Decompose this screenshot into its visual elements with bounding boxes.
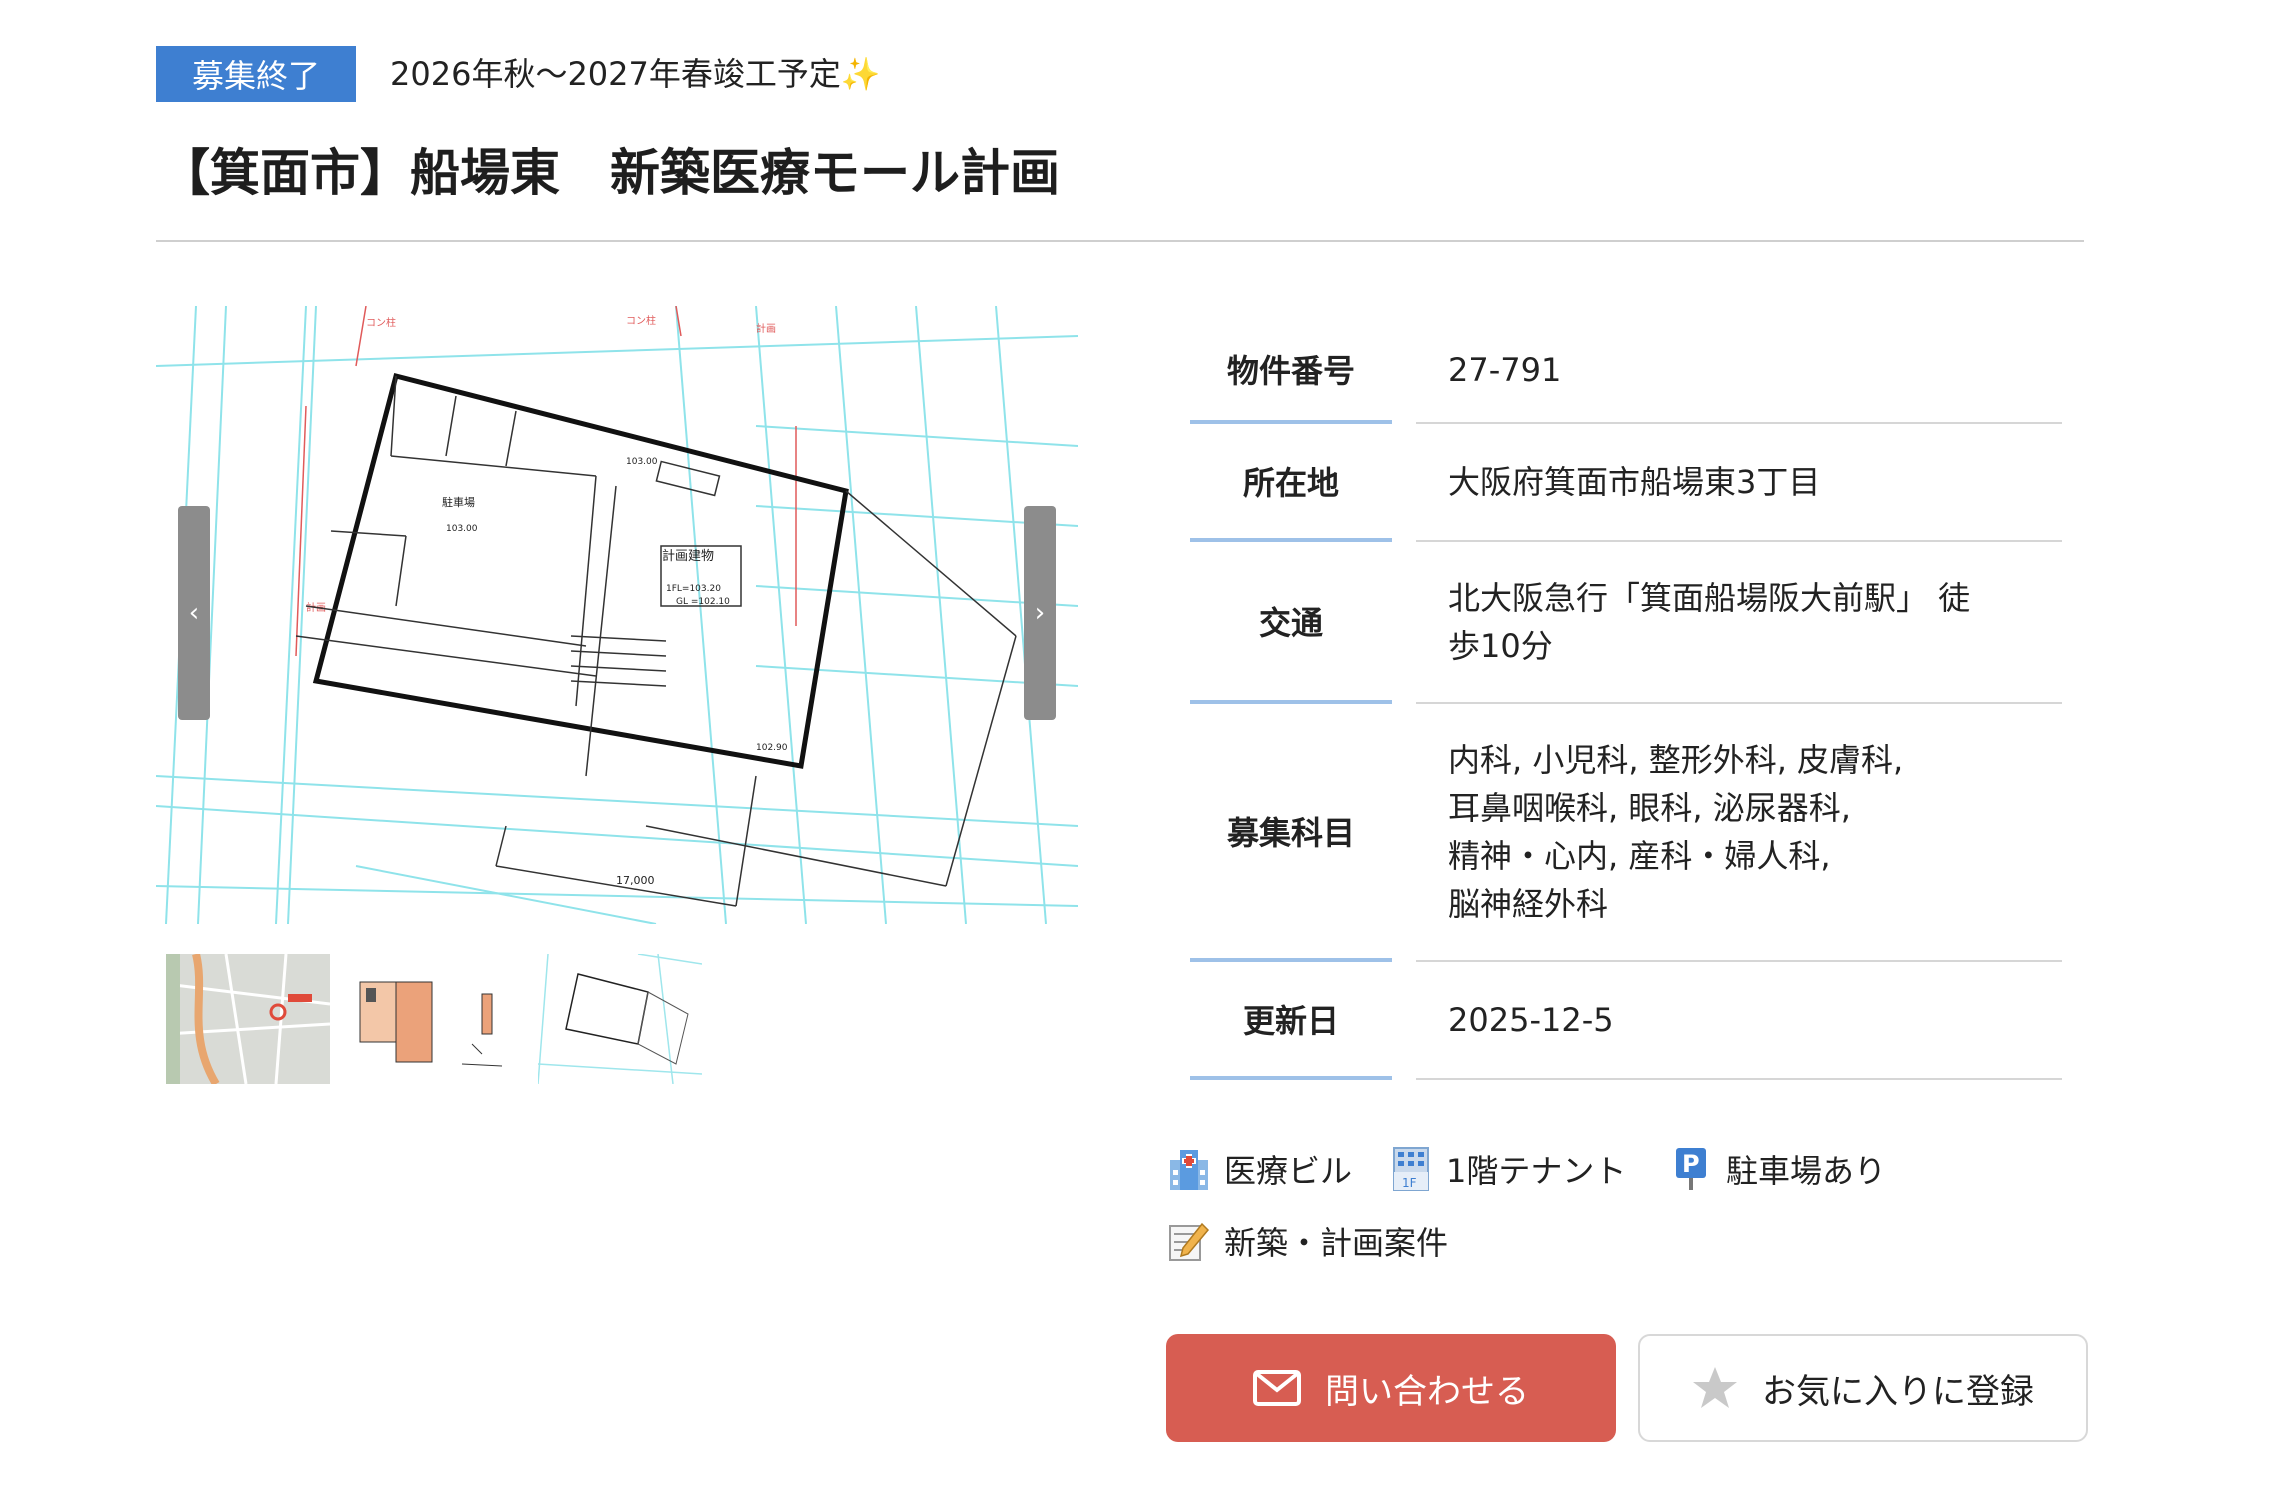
star-icon [1693, 1367, 1737, 1408]
info-label: 交通 [1190, 542, 1392, 704]
info-value-updated: 2025-12-5 [1416, 962, 2062, 1080]
memo-pencil-icon [1169, 1222, 1210, 1261]
access-line: 北大阪急行「箕面船場阪大前駅」 徒 [1448, 579, 1971, 617]
info-value-access: 北大阪急行「箕面船場阪大前駅」 徒 歩10分 [1416, 542, 2062, 704]
tag-label: 医療ビル [1224, 1152, 1353, 1190]
svg-text:103.00: 103.00 [626, 457, 658, 467]
thumbnail-siteplan[interactable] [538, 954, 702, 1084]
status-badge: 募集終了 [156, 46, 356, 102]
info-label: 募集科目 [1190, 704, 1392, 962]
svg-text:1FL=103.20: 1FL=103.20 [666, 584, 721, 594]
thumbnail-map[interactable] [166, 954, 330, 1084]
chevron-right-icon: › [1034, 598, 1046, 628]
info-row-updated: 更新日 2025-12-5 [1190, 962, 2062, 1080]
schedule-text: 2026年秋〜2027年春竣工予定✨ [390, 55, 881, 93]
info-row-id: 物件番号 27-791 [1190, 318, 2062, 424]
tag-first-floor: 1F 1階テナント [1388, 1146, 1626, 1192]
svg-text:P: P [1682, 1150, 1700, 1178]
info-row-access: 交通 北大阪急行「箕面船場阪大前駅」 徒 歩10分 [1190, 542, 2062, 704]
svg-text:1F: 1F [1402, 1176, 1417, 1190]
gallery-next-button[interactable]: › [1024, 506, 1056, 720]
specialty-line: 耳鼻咽喉科, 眼科, 泌尿器科, [1448, 789, 1851, 827]
svg-text:102.90: 102.90 [756, 743, 788, 753]
tag-label: 1階テナント [1446, 1152, 1627, 1190]
mail-icon [1253, 1370, 1301, 1406]
info-label: 更新日 [1190, 962, 1392, 1080]
building-1f-icon: 1F [1393, 1147, 1429, 1191]
thumbnail-strip [166, 954, 706, 1084]
tag-label: 新築・計画案件 [1224, 1224, 1449, 1262]
info-value-address: 大阪府箕面市船場東3丁目 [1416, 424, 2062, 542]
hospital-icon [1170, 1150, 1208, 1190]
contact-button[interactable]: 問い合わせる [1166, 1334, 1616, 1442]
tag-parking: P 駐車場あり [1668, 1146, 1886, 1192]
favorite-button[interactable]: お気に入りに登録 [1638, 1334, 2088, 1442]
info-row-specialties: 募集科目 内科, 小児科, 整形外科, 皮膚科, 耳鼻咽喉科, 眼科, 泌尿器科… [1190, 704, 2062, 962]
tag-new-construction: 新築・計画案件 [1166, 1218, 1448, 1264]
svg-text:103.00: 103.00 [446, 524, 478, 534]
info-label: 所在地 [1190, 424, 1392, 542]
favorite-button-label: お気に入りに登録 [1762, 1371, 2034, 1412]
property-info-table: 物件番号 27-791 所在地 大阪府箕面市船場東3丁目 交通 北大阪急行「箕面… [1190, 318, 2062, 1080]
sparkle-icon: ✨ [840, 55, 881, 93]
tag-label: 駐車場あり [1726, 1152, 1887, 1190]
info-label: 物件番号 [1190, 318, 1392, 424]
svg-text:コン柱: コン柱 [366, 316, 396, 329]
specialty-line: 精神・心内, 産科・婦人科, [1448, 837, 1831, 875]
gallery-prev-button[interactable]: ‹ [178, 506, 210, 720]
contact-button-label: 問い合わせる [1325, 1371, 1529, 1412]
info-value-id: 27-791 [1416, 318, 2062, 424]
specialty-line: 脳神経外科 [1448, 885, 1609, 923]
main-image[interactable]: コン柱 コン柱 計画 計画 計画建物 駐車場 1FL=103.20 GL =10… [156, 306, 1078, 924]
info-row-address: 所在地 大阪府箕面市船場東3丁目 [1190, 424, 2062, 542]
parking-icon: P [1676, 1148, 1706, 1190]
tag-medical-building: 医療ビル [1166, 1146, 1352, 1192]
building-label: 計画建物 [662, 548, 714, 564]
site-plan-drawing: コン柱 コン柱計画 計画 計画建物 駐車場 1FL=103.20 GL =102… [156, 306, 1078, 924]
specialty-line: 内科, 小児科, 整形外科, 皮膚科, [1448, 741, 1904, 779]
svg-text:コン柱: コン柱 [626, 314, 656, 327]
thumbnail-floorplan[interactable] [352, 954, 516, 1084]
svg-text:17,000: 17,000 [616, 874, 655, 887]
chevron-left-icon: ‹ [188, 598, 200, 628]
parking-label: 駐車場 [442, 495, 475, 509]
info-value-specialties: 内科, 小児科, 整形外科, 皮膚科, 耳鼻咽喉科, 眼科, 泌尿器科, 精神・… [1416, 704, 2062, 962]
svg-text:GL =102.10: GL =102.10 [676, 597, 730, 607]
title-divider [156, 240, 2084, 242]
page-title: 【箕面市】船場東 新築医療モール計画 [160, 144, 1060, 202]
svg-text:計画: 計画 [756, 322, 776, 335]
access-line: 歩10分 [1448, 627, 1553, 665]
